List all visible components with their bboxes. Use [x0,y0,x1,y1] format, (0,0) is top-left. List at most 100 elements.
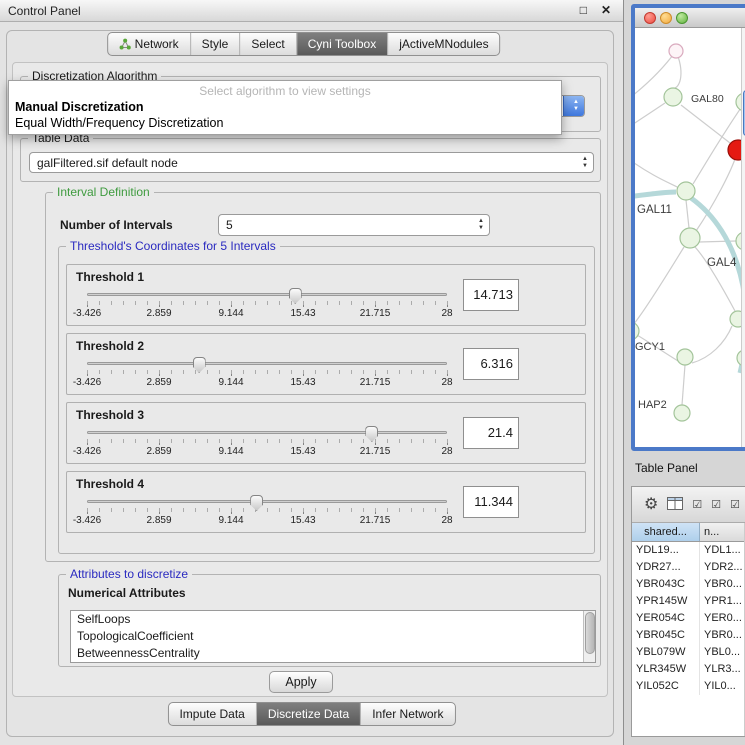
table-cell[interactable]: YLR345W [632,661,700,678]
tab-impute-data[interactable]: Impute Data [168,703,255,725]
table-cell[interactable]: YDL1... [700,542,745,559]
slider-track[interactable] [87,431,447,434]
attributes-group-title: Attributes to discretize [66,567,192,581]
tab-cyni-toolbox[interactable]: Cyni Toolbox [296,33,387,55]
threshold-slider[interactable]: -3.4262.8599.14415.4321.71528 [87,357,447,393]
table-cell[interactable]: YLR3... [700,661,745,678]
network-node-gal11[interactable] [677,182,695,200]
table-panel-window: ⚙ ☑ ☑ ☑ shared... n... YDL19...YDL1...YD… [631,486,745,737]
screen: Control Panel □ ✕ Network [0,0,745,745]
network-graph[interactable]: GAL80 GAL11 GAL4 GCY1 HAP2 [635,28,745,447]
table-row[interactable]: YBR045CYBR0... [632,627,745,644]
table-cell[interactable]: YDL19... [632,542,700,559]
threshold-value-field[interactable]: 14.713 [463,279,519,311]
node-label-gal4: GAL4 [707,257,737,269]
threshold-label: Threshold 1 [76,270,144,284]
algorithm-placeholder-option[interactable]: Select algorithm to view settings [9,81,561,99]
network-node-hap2[interactable] [674,405,690,421]
slider-track[interactable] [87,362,447,365]
network-node-gcy1[interactable] [635,322,639,340]
table-row[interactable]: YLR345WYLR3... [632,661,745,678]
table-cell[interactable]: YPR1... [700,593,745,610]
table-cell[interactable]: YBL0... [700,644,745,661]
combo-arrows-icon: ▲▼ [582,156,588,170]
gear-icon[interactable]: ⚙ [644,497,658,513]
algorithm-combobox-arrow-button[interactable]: ▲▼ [563,96,584,116]
tab-style[interactable]: Style [190,33,240,55]
tab-style-label: Style [202,37,229,51]
network-node-gal4[interactable] [680,228,700,248]
network-node[interactable] [677,349,693,365]
threshold-row: Threshold 3 -3.4262.8599.14415.4321.7152… [66,402,586,464]
list-item[interactable]: SelfLoops [71,611,595,628]
table-cell[interactable]: YIL0... [700,678,745,695]
threshold-slider[interactable]: -3.4262.8599.14415.4321.71528 [87,495,447,531]
tab-discretize-data[interactable]: Discretize Data [256,703,360,725]
tab-infer-network[interactable]: Infer Network [360,703,454,725]
threshold-value-field[interactable]: 6.316 [463,348,519,380]
checkbox-icon[interactable]: ☑ [730,499,740,511]
table-cell[interactable]: YBR045C [632,627,700,644]
tab-jactivemnodules[interactable]: jActiveMNodules [387,33,499,55]
list-scrollbar[interactable] [583,611,595,662]
tab-network[interactable]: Network [108,33,190,55]
table-cell[interactable]: YER0... [700,610,745,627]
node-label-gal11: GAL11 [637,204,672,216]
table-row[interactable]: YER054CYER0... [632,610,745,627]
slider-track[interactable] [87,500,447,503]
apply-button[interactable]: Apply [269,671,333,693]
column-header-name[interactable]: n... [700,523,745,541]
slider-track[interactable] [87,293,447,296]
network-canvas[interactable]: GAL80 GAL11 GAL4 GCY1 HAP2 [635,28,745,447]
slider-minor-ticks [87,301,448,305]
list-item[interactable]: TopologicalCoefficient [71,628,595,645]
table-data-combobox[interactable]: galFiltered.sif default node ▲▼ [29,152,594,173]
table-row[interactable]: YDL19...YDL1... [632,542,745,559]
number-of-intervals-combobox[interactable]: 5 ▲▼ [218,214,490,236]
table-cell[interactable]: YDR27... [632,559,700,576]
scale-label: 2.859 [146,446,171,457]
close-traffic-light[interactable] [644,12,656,24]
minimize-traffic-light[interactable] [660,12,672,24]
table-cell[interactable]: YBR043C [632,576,700,593]
list-item[interactable]: BetweennessCentrality [71,645,595,662]
table-row[interactable]: YIL052CYIL0... [632,678,745,695]
threshold-value-field[interactable]: 21.4 [463,417,519,449]
network-scrollbar[interactable] [741,28,745,447]
select-all-checkbox-icon[interactable]: ☑ [692,499,702,511]
threshold-slider[interactable]: -3.4262.8599.14415.4321.71528 [87,426,447,462]
threshold-value-field[interactable]: 11.344 [463,486,519,518]
threshold-row: Threshold 2 -3.4262.8599.14415.4321.7152… [66,333,586,395]
network-node-gal80[interactable] [664,88,682,106]
tab-select-label: Select [251,37,284,51]
threshold-slider[interactable]: -3.4262.8599.14415.4321.71528 [87,288,447,324]
network-nodes[interactable] [635,44,745,421]
list-scrollbar-thumb[interactable] [585,612,595,654]
column-header-shared-name[interactable]: shared... [632,523,700,541]
table-cell[interactable]: YPR145W [632,593,700,610]
table-row[interactable]: YBL079WYBL0... [632,644,745,661]
tab-select[interactable]: Select [239,33,295,55]
table-row[interactable]: YBR043CYBR0... [632,576,745,593]
table-cell[interactable]: YIL052C [632,678,700,695]
table-cell[interactable]: YDR2... [700,559,745,576]
float-window-icon[interactable]: □ [580,3,587,17]
algorithm-option-equal-width[interactable]: Equal Width/Frequency Discretization [9,115,561,131]
scale-label: 9.144 [218,308,243,319]
columns-icon[interactable] [667,497,683,513]
numerical-attributes-list[interactable]: SelfLoops TopologicalCoefficient Between… [70,610,596,663]
table-row[interactable]: YDR27...YDR2... [632,559,745,576]
zoom-traffic-light[interactable] [676,12,688,24]
table-cell[interactable]: YBR0... [700,576,745,593]
network-view-window[interactable]: GAL80 GAL11 GAL4 GCY1 HAP2 [631,4,745,451]
table-row[interactable]: YPR145WYPR1... [632,593,745,610]
network-window-titlebar[interactable] [635,8,745,28]
table-cell[interactable]: YER054C [632,610,700,627]
algorithm-option-manual[interactable]: Manual Discretization [9,99,561,115]
table-cell[interactable]: YBL079W [632,644,700,661]
network-node[interactable] [669,44,683,58]
control-panel-titlebar[interactable]: Control Panel □ ✕ [0,0,623,22]
select-none-checkbox-icon[interactable]: ☑ [711,499,721,511]
close-icon[interactable]: ✕ [601,3,611,17]
table-cell[interactable]: YBR0... [700,627,745,644]
